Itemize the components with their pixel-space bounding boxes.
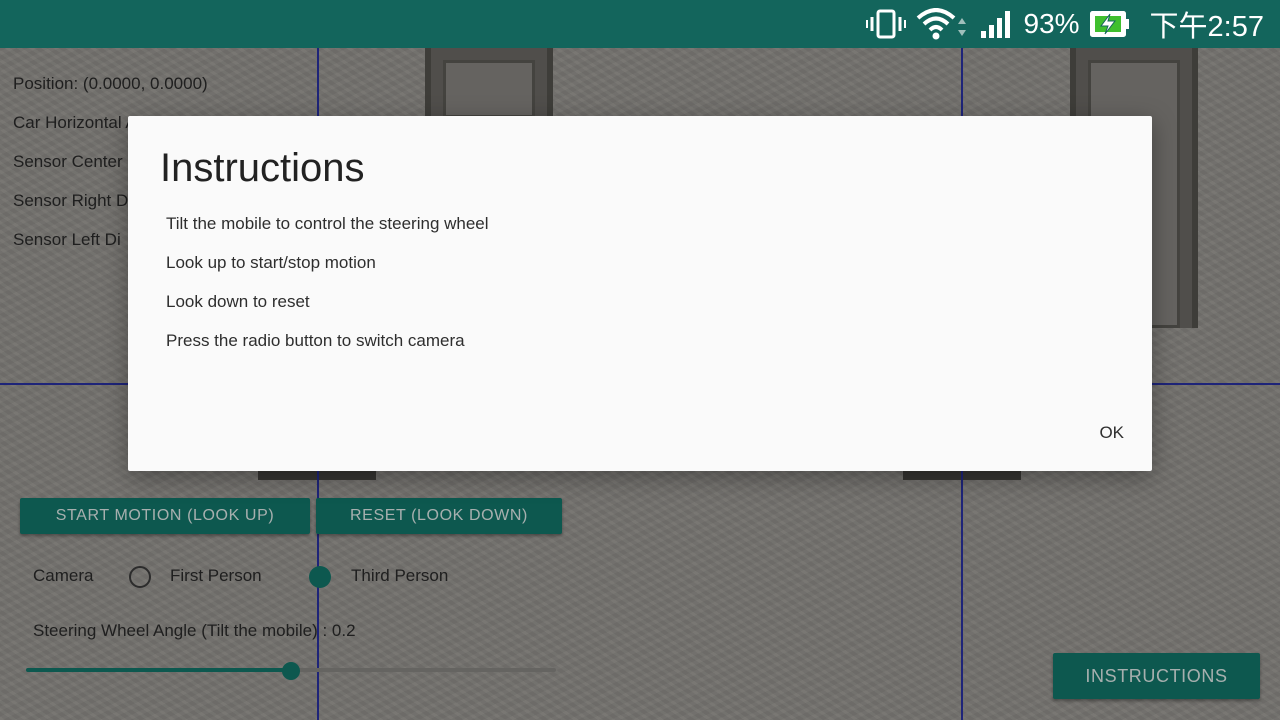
battery-percent: 93% bbox=[1023, 8, 1080, 39]
ok-button[interactable]: OK bbox=[1099, 419, 1124, 447]
status-bar: 93% 下午2:57 bbox=[0, 0, 1280, 48]
clock: 下午2:57 bbox=[1149, 11, 1264, 43]
dialog-line: Look down to reset bbox=[166, 292, 310, 311]
dialog-line: Press the radio button to switch camera bbox=[166, 331, 465, 350]
battery-charging-icon bbox=[1089, 10, 1130, 38]
wifi-icon bbox=[916, 8, 970, 40]
dialog-line: Tilt the mobile to control the steering … bbox=[166, 214, 489, 233]
instructions-dialog: Instructions Tilt the mobile to control … bbox=[128, 116, 1152, 471]
signal-icon bbox=[980, 9, 1014, 39]
dialog-body: Tilt the mobile to control the steering … bbox=[166, 212, 489, 368]
dialog-line: Look up to start/stop motion bbox=[166, 253, 376, 272]
vibrate-icon bbox=[865, 8, 906, 40]
dialog-title: Instructions bbox=[160, 146, 365, 190]
